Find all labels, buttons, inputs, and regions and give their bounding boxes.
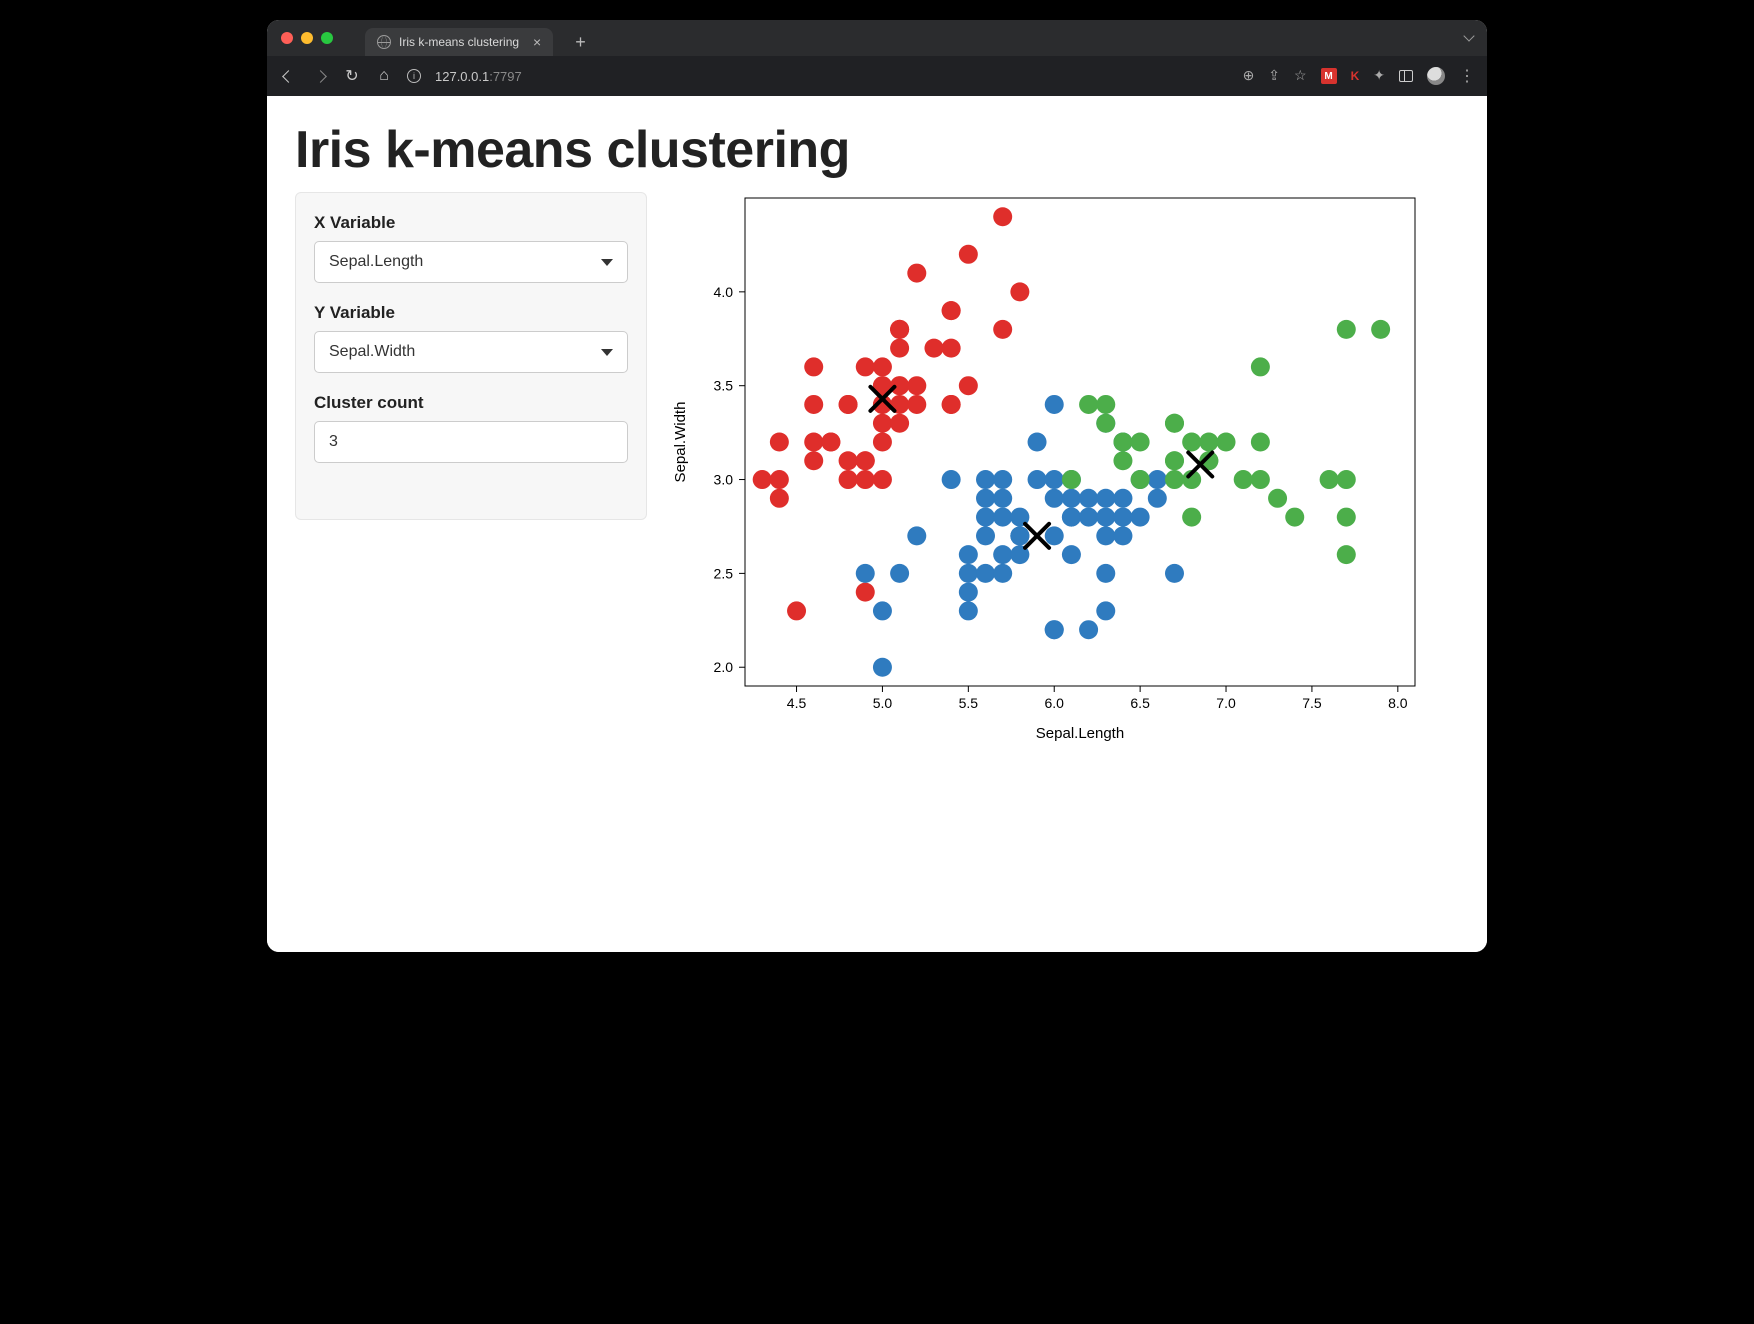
svg-text:2.5: 2.5 xyxy=(714,565,734,581)
cluster-count-input[interactable] xyxy=(314,421,628,463)
xvar-label: X Variable xyxy=(314,213,628,233)
caret-down-icon xyxy=(601,253,613,271)
url-port: :7797 xyxy=(489,69,522,84)
sidebar-panel: X Variable Sepal.Length Y Variable Sepal… xyxy=(295,192,647,520)
new-tab-button[interactable]: + xyxy=(575,32,586,53)
globe-icon xyxy=(377,35,391,49)
svg-text:Sepal.Length: Sepal.Length xyxy=(1036,725,1124,742)
tab-overflow-icon[interactable] xyxy=(1465,31,1473,45)
extension-k-icon[interactable]: K xyxy=(1351,69,1360,83)
scatter-chart: 4.5 5.0 5.5 6.0 6.5 7.0 7.5 8.0 2.0 2.5 3.0 3.5 4.0 S… xyxy=(667,192,1427,752)
svg-text:7.5: 7.5 xyxy=(1302,695,1322,711)
svg-text:5.0: 5.0 xyxy=(873,695,893,711)
forward-button xyxy=(311,67,329,85)
tab-close-icon[interactable]: × xyxy=(533,35,541,49)
bookmark-icon[interactable] xyxy=(1294,67,1307,85)
yvar-select[interactable]: Sepal.Width xyxy=(314,331,628,373)
caret-down-icon xyxy=(601,343,613,361)
svg-text:2.0: 2.0 xyxy=(714,659,734,675)
window-titlebar: Iris k-means clustering × + xyxy=(267,20,1487,56)
profile-avatar-icon[interactable] xyxy=(1427,67,1445,85)
browser-tab[interactable]: Iris k-means clustering × xyxy=(365,28,553,56)
back-button[interactable] xyxy=(279,67,297,85)
svg-text:8.0: 8.0 xyxy=(1388,695,1408,711)
cluster-count-label: Cluster count xyxy=(314,393,628,413)
plot-output: 4.5 5.0 5.5 6.0 6.5 7.0 7.5 8.0 2.0 2.5 3.0 3.5 4.0 S… xyxy=(667,192,1459,752)
svg-text:4.5: 4.5 xyxy=(787,695,807,711)
page-title: Iris k-means clustering xyxy=(295,120,1459,180)
window-zoom-icon[interactable] xyxy=(321,32,333,44)
share-icon[interactable] xyxy=(1268,67,1280,85)
tab-title: Iris k-means clustering xyxy=(399,35,519,49)
site-info-icon[interactable]: i xyxy=(407,69,421,83)
svg-text:4.0: 4.0 xyxy=(714,284,734,300)
svg-text:3.0: 3.0 xyxy=(714,472,734,488)
extension-m-icon[interactable]: M xyxy=(1321,68,1337,84)
svg-text:3.5: 3.5 xyxy=(714,378,734,394)
xvar-select[interactable]: Sepal.Length xyxy=(314,241,628,283)
url-host: 127.0.0.1 xyxy=(435,69,489,84)
browser-menu-icon[interactable] xyxy=(1459,66,1475,86)
zoom-icon[interactable] xyxy=(1243,67,1255,85)
xvar-value: Sepal.Length xyxy=(329,253,423,271)
reload-button[interactable] xyxy=(343,67,361,85)
side-panel-icon[interactable] xyxy=(1399,70,1413,82)
yvar-value: Sepal.Width xyxy=(329,343,415,361)
window-close-icon[interactable] xyxy=(281,32,293,44)
window-minimize-icon[interactable] xyxy=(301,32,313,44)
page-content: Iris k-means clustering X Variable Sepal… xyxy=(267,96,1487,952)
home-button[interactable] xyxy=(375,67,393,85)
svg-text:6.0: 6.0 xyxy=(1044,695,1064,711)
address-bar[interactable]: 127.0.0.1:7797 xyxy=(435,69,522,84)
browser-toolbar: i 127.0.0.1:7797 M K xyxy=(267,56,1487,96)
svg-text:5.5: 5.5 xyxy=(959,695,979,711)
browser-window: Iris k-means clustering × + i 127.0.0.1:… xyxy=(267,20,1487,952)
yvar-label: Y Variable xyxy=(314,303,628,323)
svg-text:Sepal.Width: Sepal.Width xyxy=(672,402,689,483)
extensions-icon[interactable] xyxy=(1373,67,1385,85)
svg-text:7.0: 7.0 xyxy=(1216,695,1236,711)
svg-text:6.5: 6.5 xyxy=(1130,695,1150,711)
